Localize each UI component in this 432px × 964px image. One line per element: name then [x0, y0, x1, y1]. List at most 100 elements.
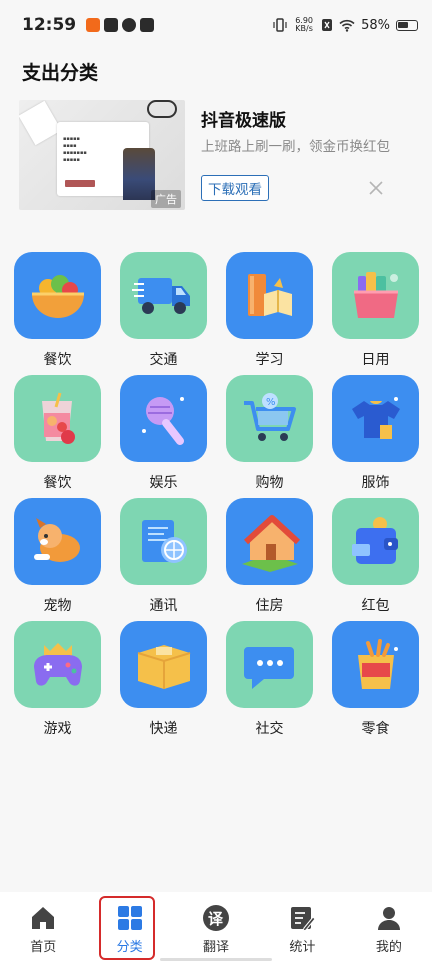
ad-mini-text: ▪▪▪▪▪ ▪▪▪▪ ▪▪▪▪▪▪▪ ▪▪▪▪▪ [63, 136, 87, 163]
drink-icon [41, 392, 75, 444]
nav-item-stats[interactable]: 统计 [259, 892, 345, 964]
clothes-icon [351, 396, 400, 439]
category-item[interactable]: 红包 [332, 498, 419, 621]
category-label: 宠物 [43, 598, 72, 614]
battery-percent: 58% [361, 17, 390, 33]
category-item[interactable]: 餐饮 [14, 375, 101, 498]
category-item[interactable]: 通讯 [120, 498, 207, 621]
snack-bag-icon [357, 638, 398, 689]
category-item[interactable]: 社交 [226, 621, 313, 744]
truck-icon [131, 277, 190, 314]
category-label: 快递 [149, 721, 178, 737]
category-tile[interactable] [14, 252, 101, 339]
shopping-cart-icon: % [243, 392, 296, 441]
dog-icon [33, 517, 80, 562]
category-tile[interactable] [332, 252, 419, 339]
category-item[interactable]: 餐饮 [14, 252, 101, 375]
category-tile[interactable] [14, 621, 101, 708]
speed-unit: KB/s [295, 24, 313, 33]
category-label: 社交 [255, 721, 284, 737]
wifi-icon [339, 19, 355, 32]
category-label: 零食 [361, 721, 390, 737]
ad-download-button[interactable]: 下载观看 [201, 175, 269, 201]
category-tile[interactable] [332, 498, 419, 585]
svg-text:%: % [266, 397, 276, 408]
category-item[interactable]: % 购物 [226, 375, 313, 498]
nav-item-mine[interactable]: 我的 [346, 892, 432, 964]
ad-tag: 广告 [151, 190, 181, 208]
ad-close-button[interactable] [366, 178, 386, 198]
ad-mini-button [65, 180, 95, 187]
category-label: 通讯 [149, 598, 178, 614]
category-item[interactable]: 宠物 [14, 498, 101, 621]
category-label: 游戏 [43, 721, 72, 737]
category-item[interactable]: 学习 [226, 252, 313, 375]
category-label: 餐饮 [43, 352, 72, 368]
category-item[interactable]: 日用 [332, 252, 419, 375]
category-item[interactable]: 游戏 [14, 621, 101, 744]
gamepad-icon [33, 642, 82, 686]
microphone-icon [141, 396, 184, 445]
category-tile[interactable] [226, 498, 313, 585]
category-label: 餐饮 [43, 475, 72, 491]
category-item[interactable]: 快递 [120, 621, 207, 744]
category-grid: 餐饮 交通 学习 日用 餐饮 娱乐 % 购物 服饰 宠物 通讯 住房 红包 游戏… [14, 252, 419, 744]
ad-image[interactable]: ▪▪▪▪▪ ▪▪▪▪ ▪▪▪▪▪▪▪ ▪▪▪▪▪ 广告 [19, 100, 185, 210]
message-notification-icon [140, 18, 155, 32]
category-tile[interactable] [120, 498, 207, 585]
svg-text:译: 译 [208, 910, 224, 928]
category-label: 红包 [361, 598, 390, 614]
category-tile[interactable]: % [226, 375, 313, 462]
category-label: 购物 [255, 475, 284, 491]
gift-bag-icon [353, 271, 398, 318]
category-label: 日用 [361, 352, 390, 368]
category-tile[interactable] [332, 621, 419, 708]
battery-icon [396, 19, 418, 31]
link-notification-icon [122, 18, 137, 32]
home-icon [32, 907, 55, 929]
nav-label: 我的 [375, 940, 402, 955]
edit-icon [291, 907, 317, 932]
play-notification-icon [104, 18, 119, 32]
translate-icon: 译 [203, 905, 230, 931]
notification-icons [86, 18, 155, 32]
food-bowl-icon [31, 274, 84, 318]
ad-description: 上班路上刷一刷，领金币换红包 [201, 139, 390, 155]
nav-label: 首页 [30, 940, 57, 955]
ad-glasses-decor [147, 100, 177, 118]
category-tile[interactable] [226, 252, 313, 339]
category-label: 学习 [255, 352, 284, 368]
category-tile[interactable] [14, 498, 101, 585]
category-item[interactable]: 服饰 [332, 375, 419, 498]
category-tile[interactable] [120, 252, 207, 339]
category-tile[interactable] [120, 375, 207, 462]
status-right: 6.90 KB/s 58% [273, 17, 418, 33]
category-item[interactable]: 住房 [226, 498, 313, 621]
bottom-nav: 首页 分类 译 翻译 统计 我的 [0, 892, 432, 964]
network-speed: 6.90 KB/s [293, 17, 315, 33]
category-tile[interactable] [14, 375, 101, 462]
chat-bubble-icon [243, 646, 294, 689]
category-tile[interactable] [226, 621, 313, 708]
category-item[interactable]: 交通 [120, 252, 207, 375]
category-label: 娱乐 [149, 475, 178, 491]
ad-card[interactable]: ▪▪▪▪▪ ▪▪▪▪ ▪▪▪▪▪▪▪ ▪▪▪▪▪ 广告 抖音极速版 上班路上刷一刷，领… [19, 100, 419, 212]
nav-item-translate[interactable]: 译 翻译 [173, 892, 259, 964]
category-tile[interactable] [332, 375, 419, 462]
close-icon [369, 181, 383, 195]
category-tile[interactable] [120, 621, 207, 708]
communication-icon [141, 519, 187, 563]
category-item[interactable]: 娱乐 [120, 375, 207, 498]
status-bar: 12:59 6.90 KB/s 58% [0, 0, 432, 50]
category-label: 服饰 [361, 475, 390, 491]
app-notification-icon [86, 18, 101, 32]
wallet-icon [351, 516, 398, 564]
nav-label: 统计 [289, 940, 316, 955]
home-indicator [160, 958, 272, 961]
category-item[interactable]: 零食 [332, 621, 419, 744]
books-icon [247, 273, 292, 316]
nav-item-home[interactable]: 首页 [0, 892, 86, 964]
ad-title[interactable]: 抖音极速版 [201, 106, 286, 131]
user-icon [377, 907, 400, 930]
ad-paper-decor [19, 100, 62, 146]
